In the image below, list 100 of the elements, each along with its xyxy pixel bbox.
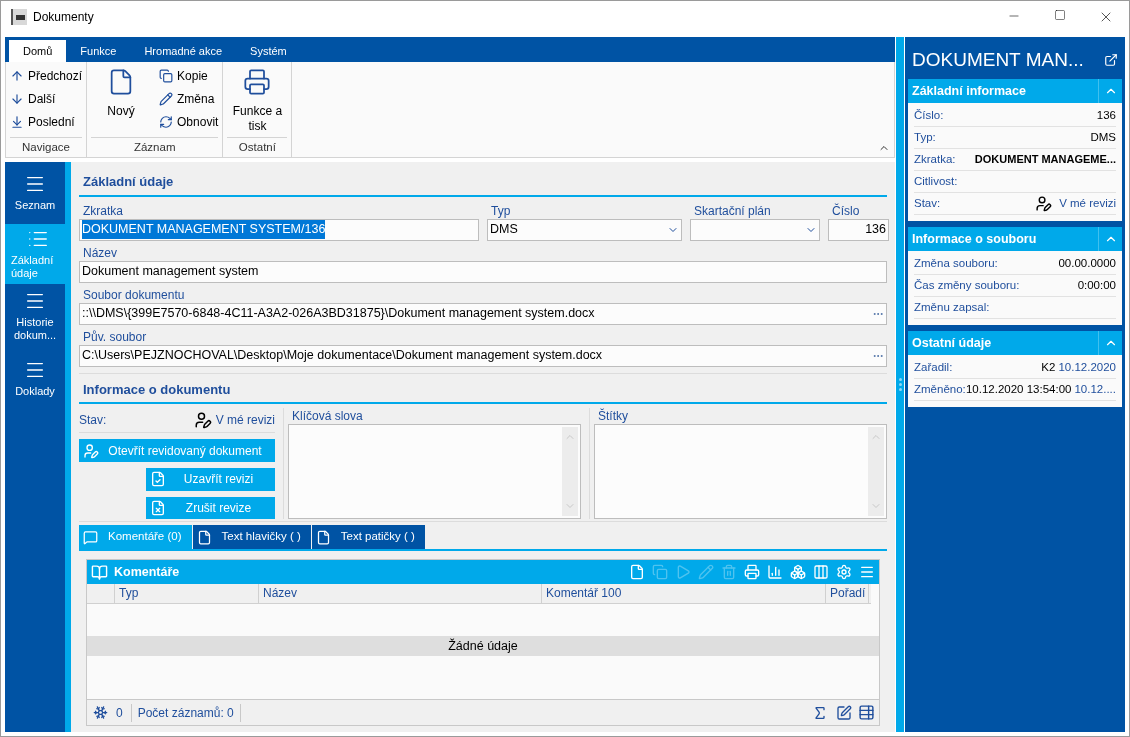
file-check-icon <box>150 471 166 488</box>
edit-icon <box>159 91 174 106</box>
ribbon-button[interactable]: Nový <box>91 66 152 119</box>
dropdown[interactable] <box>690 218 820 241</box>
book-icon <box>91 563 108 581</box>
snowflake-icon[interactable] <box>93 705 108 720</box>
section-heading: Informace o dokumentu <box>79 379 887 404</box>
menu-icon[interactable] <box>859 564 875 580</box>
info-link[interactable]: V mé revizi <box>1059 194 1116 213</box>
bottom-tab[interactable]: Text hlavičky ( ) <box>192 525 311 549</box>
input-field[interactable]: Dokument management system <box>79 260 887 283</box>
ribbon-button[interactable]: Obnovit <box>159 112 219 131</box>
ribbon-group-label: Navigace <box>10 137 83 157</box>
empty-message: Žádné údaje <box>87 636 879 656</box>
field-label: Skartační plán <box>693 202 772 219</box>
input-field[interactable]: DOKUMENT MANAGEMENT SYSTEM/136 <box>79 218 479 241</box>
file-x-icon <box>150 499 166 516</box>
pop-out-icon[interactable] <box>1104 53 1118 67</box>
column-header[interactable]: Typ <box>115 584 259 603</box>
input-field[interactable]: ::\\DMS\{399E7570-6848-4C11-A3A2-026A3BD31875}\Dokument management system.docx <box>79 302 887 325</box>
ribbon-button[interactable]: Předchozí <box>10 66 83 85</box>
bottom-tab[interactable]: Text patičky ( ) <box>311 525 425 549</box>
text-area[interactable] <box>288 424 581 519</box>
field-label: Soubor dokumentu <box>82 286 186 303</box>
info-label: Citlivost: <box>914 173 958 189</box>
table-add-icon[interactable] <box>858 704 875 721</box>
column-header[interactable]: Název <box>259 584 542 603</box>
info-value: DOKUMENT MANAGEME... <box>974 152 1116 168</box>
info-value: 0:00:00 <box>1077 277 1116 293</box>
field-label: Pův. soubor <box>82 328 148 345</box>
info-link[interactable]: 10.12.... <box>1074 380 1116 399</box>
info-link[interactable]: 10.12.2020 <box>1058 358 1116 377</box>
new-icon[interactable] <box>629 564 645 580</box>
info-value: DMS <box>1090 129 1116 145</box>
info-label: Zařadil: <box>914 359 953 375</box>
ribbon-button[interactable]: Změna <box>159 89 219 108</box>
ribbon-tab[interactable]: Hromadné akce <box>130 40 237 62</box>
input-field[interactable]: 136 <box>828 218 889 241</box>
info-value: 00.00.0000 <box>1058 255 1116 271</box>
info-value: K2 <box>1041 359 1056 375</box>
last-icon <box>10 114 24 129</box>
field-label: Číslo <box>831 202 861 219</box>
info-label: Zkratka: <box>914 151 956 167</box>
grid-title: Komentáře <box>114 563 180 581</box>
ribbon-tab[interactable]: Systém <box>236 40 301 62</box>
info-label: Změněno: <box>914 381 966 397</box>
user-pen-icon <box>193 411 212 430</box>
chart-icon[interactable] <box>767 564 783 580</box>
info-label: Změna souboru: <box>914 255 998 271</box>
sidebar-item[interactable]: Doklady <box>5 348 65 408</box>
ribbon-button[interactable]: Poslední <box>10 112 83 131</box>
columns-icon[interactable] <box>813 564 829 580</box>
ribbon-button[interactable]: Kopie <box>159 66 219 85</box>
info-label: Čas změny souboru: <box>914 277 1020 293</box>
column-header[interactable]: Pořadí <box>826 584 869 603</box>
ribbon-button[interactable]: Funkce a tisk <box>227 66 288 134</box>
ribbon-group-label: Ostatní <box>227 137 288 157</box>
print-icon[interactable] <box>744 564 760 580</box>
ribbon-tab[interactable]: Funkce <box>66 40 131 62</box>
ribbon-group-label: Záznam <box>91 137 219 157</box>
section-heading: Základní údaje <box>79 172 887 197</box>
field-label: Název <box>82 244 118 261</box>
next-icon <box>10 91 24 106</box>
field-label: Klíčová slova <box>291 408 364 424</box>
column-header[interactable]: Komentář 100 <box>542 584 826 603</box>
prev-icon <box>10 68 24 83</box>
status-label: Stav: <box>79 412 107 430</box>
window-title: Dokumenty <box>33 9 94 26</box>
info-value: 10.12.2020 13:54:00 <box>965 381 1072 397</box>
freeze-count: 0 <box>116 703 132 722</box>
info-value: 136 <box>1096 107 1116 123</box>
cubes-icon[interactable] <box>790 564 806 580</box>
user-pen-icon <box>83 442 99 459</box>
sidebar-item[interactable]: Historie dokum... <box>5 286 65 346</box>
document-icon <box>315 529 331 545</box>
panel-title: DOKUMENT MAN... <box>912 47 1084 72</box>
refresh-icon <box>159 114 174 129</box>
info-label: Stav: <box>914 195 941 211</box>
settings-icon[interactable] <box>836 564 852 580</box>
status-value: V mé revizi <box>215 412 275 430</box>
field-label: Zkratka <box>82 202 124 219</box>
copy-icon <box>159 68 174 83</box>
text-area[interactable] <box>594 424 887 519</box>
user-pen-icon <box>1035 195 1053 212</box>
field-label: Štítky <box>597 408 629 424</box>
dropdown[interactable]: DMS <box>487 218 682 241</box>
sidebar-item[interactable]: Seznam <box>5 162 65 222</box>
sum-icon[interactable] <box>812 704 828 721</box>
info-label: Změnu zapsal: <box>914 299 990 315</box>
record-count: Počet záznamů: 0 <box>137 703 241 722</box>
ribbon-tab[interactable]: Domů <box>9 40 67 62</box>
ribbon-button[interactable]: Další <box>10 89 83 108</box>
info-label: Číslo: <box>914 107 944 123</box>
comment-icon <box>83 529 98 545</box>
field-label: Typ <box>490 202 512 219</box>
input-field[interactable]: C:\Users\PEJZNOCHOVAL\Desktop\Moje dokumentace\Dokument management system.docx <box>79 344 887 367</box>
edit-icon[interactable] <box>836 704 852 721</box>
print-icon <box>243 68 272 96</box>
app-logo-icon <box>11 9 27 25</box>
info-label: Typ: <box>914 129 936 145</box>
